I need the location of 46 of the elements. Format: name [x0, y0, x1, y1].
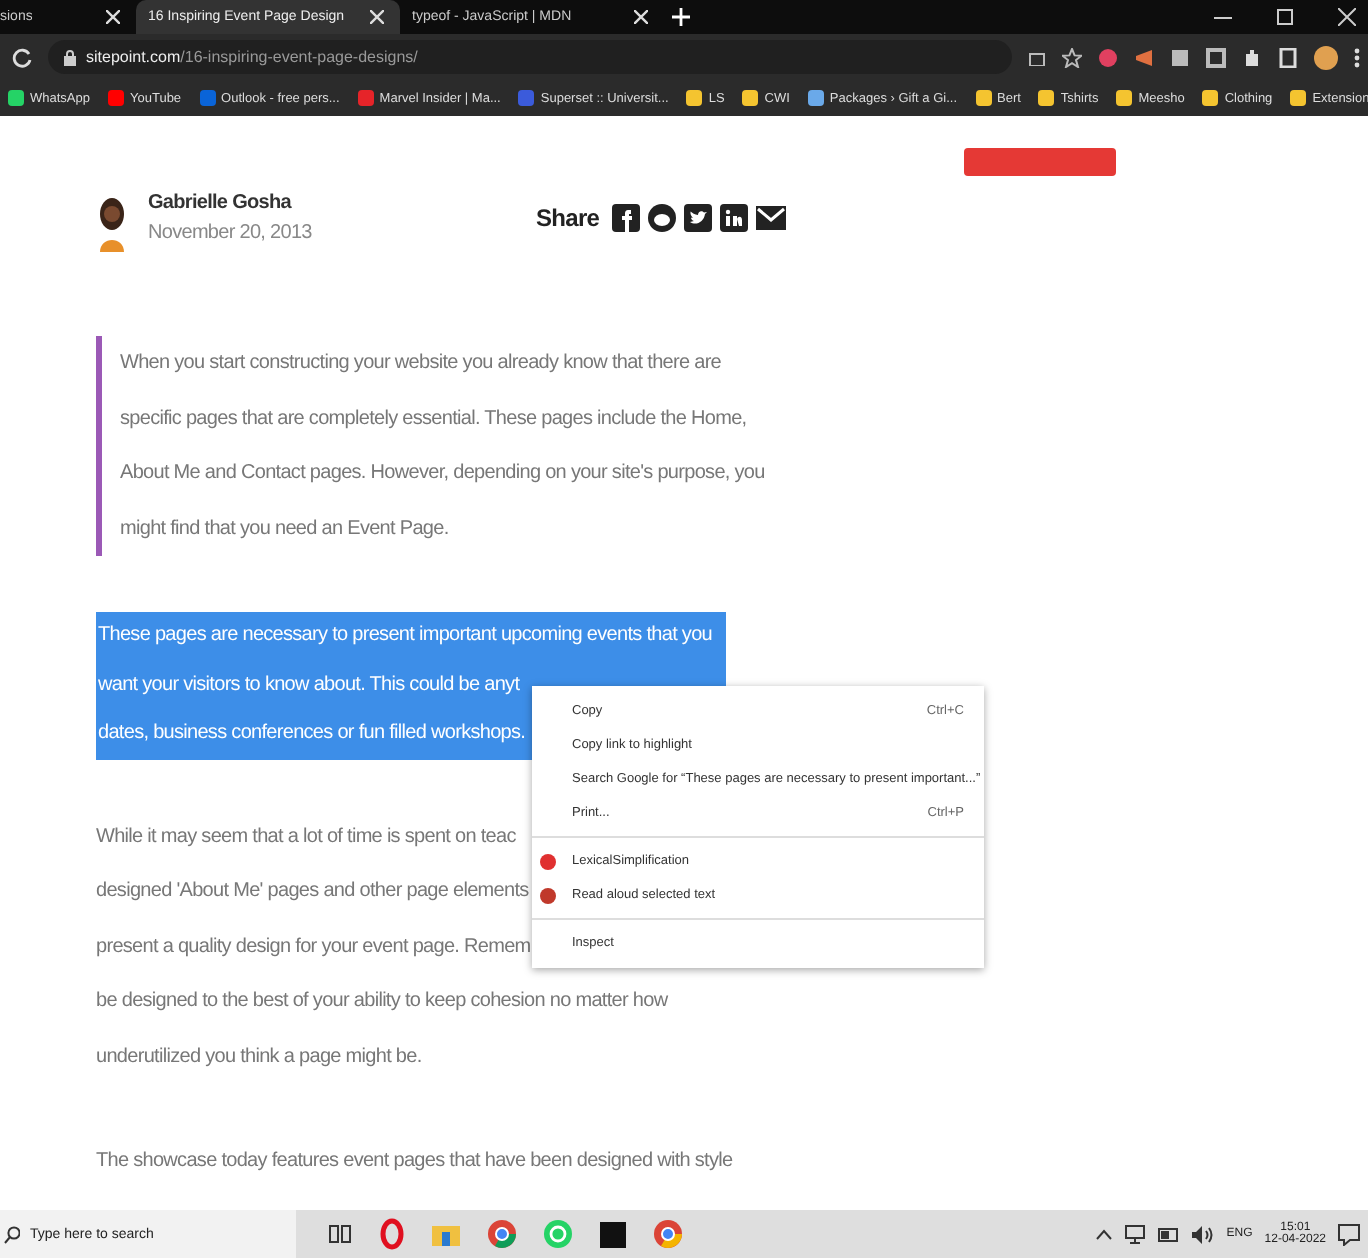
- linkedin-icon[interactable]: [719, 204, 748, 232]
- close-icon[interactable]: [370, 10, 384, 24]
- opera-icon[interactable]: [380, 1218, 404, 1250]
- avatar-icon: [96, 196, 128, 252]
- network-icon[interactable]: [1124, 1224, 1147, 1244]
- more-icon[interactable]: [1354, 47, 1360, 67]
- search-icon: [4, 1225, 20, 1243]
- paragraph-line: present a quality design for your event page. Remem: [96, 933, 531, 961]
- selected-text-line: dates, business conferences or fun filled workshops.: [98, 720, 526, 748]
- chrome-icon[interactable]: [654, 1220, 682, 1248]
- email-icon[interactable]: [755, 206, 786, 230]
- speaker-icon[interactable]: [1192, 1225, 1215, 1243]
- sidebar-icon[interactable]: [1278, 47, 1298, 67]
- author-name[interactable]: Gabrielle Gosha: [148, 192, 312, 214]
- selected-text-line: These pages are necessary to present important upcoming events that you: [98, 622, 713, 650]
- paragraph-line: underutilized you think a page might be.: [96, 1043, 422, 1071]
- quote-text-line: When you start constructing your website you already know that there are: [120, 350, 722, 378]
- task-view-icon[interactable]: [328, 1222, 352, 1246]
- new-tab-icon[interactable]: [672, 8, 690, 26]
- close-icon[interactable]: [1338, 8, 1356, 26]
- lock-icon: [64, 49, 76, 65]
- folder-icon[interactable]: [432, 1222, 460, 1246]
- close-icon[interactable]: [634, 10, 648, 24]
- maximize-icon[interactable]: [1276, 8, 1294, 26]
- address-field[interactable]: sitepoint.com/16-inspiring-event-page-designs/: [48, 40, 1012, 74]
- quote-text-line: might find that you need an Event Page.: [120, 515, 449, 543]
- terminal-icon[interactable]: [600, 1221, 626, 1247]
- paragraph-line: While it may seem that a lot of time is spent on teac: [96, 823, 516, 851]
- close-icon[interactable]: [106, 10, 120, 24]
- selected-text-line: want your visitors to know about. This could be anyt: [98, 671, 520, 699]
- twitter-icon[interactable]: [683, 204, 712, 232]
- reload-icon[interactable]: [12, 47, 32, 67]
- post-date: November 20, 2013: [148, 222, 312, 244]
- paragraph-line: be designed to the best of your ability to keep cohesion no matter how: [96, 988, 668, 1016]
- chrome-icon[interactable]: [488, 1220, 516, 1248]
- paragraph-line: The showcase today features event pages that have been designed with style: [96, 1148, 733, 1176]
- facebook-icon[interactable]: [611, 204, 640, 232]
- star-icon[interactable]: [1062, 47, 1082, 67]
- notification-icon[interactable]: [1338, 1223, 1360, 1245]
- quote-text-line: About Me and Contact pages. However, depending on your site's purpose, you: [120, 460, 765, 488]
- quote-text-line: specific pages that are completely essential. These pages include the Home,: [120, 405, 747, 433]
- paragraph-line: designed 'About Me' pages and other page elements: [96, 878, 529, 906]
- share-label: Share: [536, 204, 600, 232]
- battery-icon[interactable]: [1158, 1227, 1181, 1241]
- chevron-up-icon[interactable]: [1096, 1228, 1113, 1240]
- avatar-icon[interactable]: [1314, 45, 1338, 69]
